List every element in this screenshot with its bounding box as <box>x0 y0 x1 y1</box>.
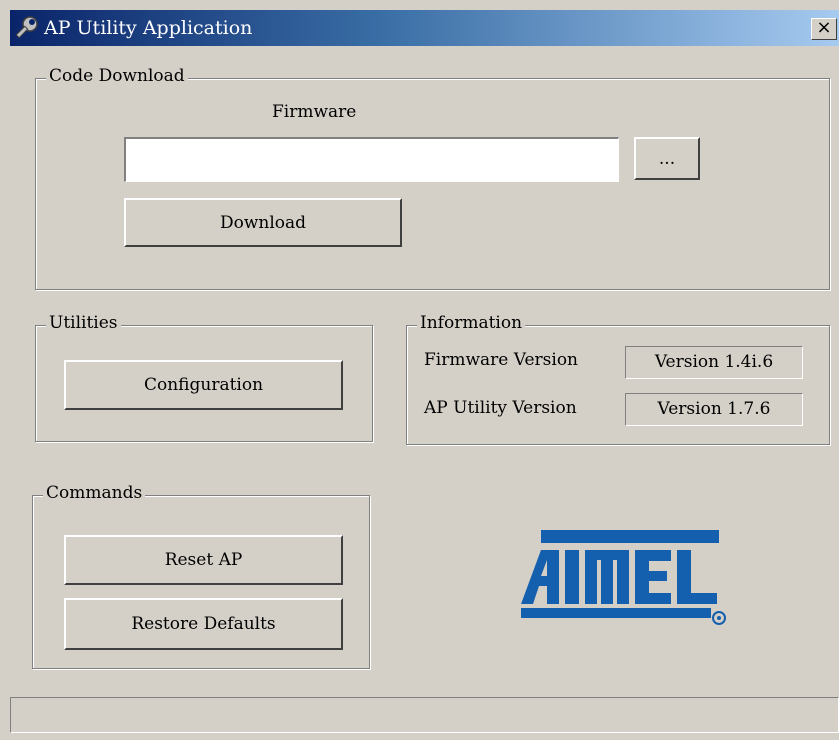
firmware-version-value: Version 1.4i.6 <box>625 346 803 379</box>
information-group: Information <box>406 313 830 445</box>
restore-defaults-button[interactable]: Restore Defaults <box>64 598 343 650</box>
utility-version-label: AP Utility Version <box>424 398 577 418</box>
firmware-path-input[interactable] <box>126 139 618 181</box>
title-bar[interactable]: AP Utility Application × <box>10 10 839 46</box>
app-window: AP Utility Application × Code Download F… <box>0 0 839 740</box>
utilities-group-label: Utilities <box>46 313 121 333</box>
code-download-group: Code Download <box>35 66 830 290</box>
code-download-group-label: Code Download <box>46 66 188 86</box>
information-group-label: Information <box>417 313 526 333</box>
close-button[interactable]: × <box>811 18 837 40</box>
firmware-label: Firmware <box>272 102 357 122</box>
reset-ap-button[interactable]: Reset AP <box>64 535 343 585</box>
configuration-button[interactable]: Configuration <box>64 360 343 410</box>
window-title: AP Utility Application <box>44 17 253 39</box>
firmware-path-field[interactable] <box>124 137 619 182</box>
firmware-version-label: Firmware Version <box>424 350 579 370</box>
atmel-logo <box>519 528 729 628</box>
browse-button[interactable]: ... <box>634 137 700 180</box>
commands-group-label: Commands <box>43 483 146 503</box>
wrench-icon <box>15 16 38 39</box>
status-bar <box>10 697 839 733</box>
utility-version-value: Version 1.7.6 <box>625 393 803 426</box>
download-button[interactable]: Download <box>124 198 402 247</box>
